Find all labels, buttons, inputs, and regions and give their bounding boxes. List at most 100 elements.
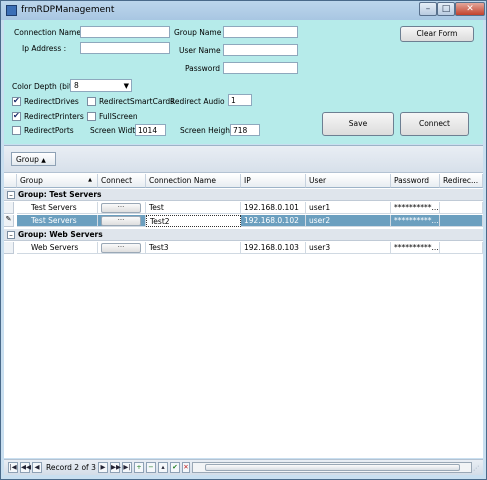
color-depth-label: Color Depth (bit) — [12, 82, 75, 91]
ip-address-label: Ip Address : — [22, 44, 67, 53]
edit-record-icon[interactable]: ▴ — [158, 462, 168, 473]
cell-user[interactable]: user3 — [306, 242, 391, 254]
full-screen-checkbox[interactable]: FullScreen — [87, 112, 138, 121]
cell-connection-name[interactable]: Test — [146, 202, 241, 214]
table-row[interactable]: Web Servers ··· Test3 192.168.0.103 user… — [4, 242, 483, 254]
group-chip-label: Group — [16, 155, 39, 164]
collapse-icon[interactable]: – — [7, 231, 15, 239]
password-input[interactable] — [223, 62, 298, 74]
maximize-button[interactable]: □ — [437, 2, 455, 16]
connections-grid: Group ▲ Group ▲ Connect Connection Name … — [4, 145, 483, 458]
row-header[interactable] — [4, 202, 14, 214]
group-panel: Group ▲ — [4, 146, 483, 173]
cell-connect[interactable]: ··· — [98, 202, 146, 214]
resize-grip-icon[interactable]: ⋰ — [473, 465, 481, 473]
row-header[interactable] — [4, 242, 14, 254]
record-position-text: Record 2 of 3 — [46, 463, 96, 472]
redirect-audio-label: Redirect Audio — [170, 97, 225, 106]
collapse-icon[interactable]: – — [7, 191, 15, 199]
first-record-icon[interactable]: |◀ — [8, 462, 18, 473]
group-name-input[interactable] — [223, 26, 298, 38]
redirect-audio-input[interactable]: 1 — [228, 94, 252, 106]
connection-name-label: Connection Name : — [14, 28, 86, 37]
redirect-ports-checkbox[interactable]: RedirectPorts — [12, 126, 74, 135]
cell-password[interactable]: **********... — [391, 202, 440, 214]
redirect-printers-label: RedirectPrinters — [24, 112, 84, 121]
cell-ip[interactable]: 192.168.0.101 — [241, 202, 306, 214]
cell-ip[interactable]: 192.168.0.102 — [241, 215, 306, 227]
group-row-web-servers[interactable]: – Group: Web Servers — [4, 229, 483, 241]
connection-name-input[interactable] — [80, 26, 170, 38]
column-header-connect[interactable]: Connect — [98, 174, 146, 188]
screen-width-input[interactable]: 1014 — [135, 124, 166, 136]
last-record-icon[interactable]: ▶| — [122, 462, 132, 473]
cell-redirect[interactable] — [440, 215, 483, 227]
table-row[interactable]: Test Servers ··· Test 192.168.0.101 user… — [4, 202, 483, 214]
next-page-icon[interactable]: ▶▶ — [110, 462, 121, 473]
column-header-connection-name[interactable]: Connection Name — [146, 174, 241, 188]
app-icon — [6, 5, 17, 16]
previous-page-icon[interactable]: ◀◀ — [20, 462, 31, 473]
full-screen-label: FullScreen — [99, 112, 138, 121]
column-header-password[interactable]: Password — [391, 174, 440, 188]
color-depth-select[interactable]: 8 ▼ — [70, 79, 132, 92]
save-button[interactable]: Save — [322, 112, 394, 136]
delete-record-icon[interactable]: − — [146, 462, 156, 473]
connection-form-panel: Connection Name : Ip Address : Group Nam… — [4, 20, 483, 144]
row-connect-button[interactable]: ··· — [101, 216, 141, 226]
cell-connect[interactable]: ··· — [98, 215, 146, 227]
group-row-test-servers[interactable]: – Group: Test Servers — [4, 189, 483, 201]
column-header-ip[interactable]: IP — [241, 174, 306, 188]
screen-height-label: Screen Height — [180, 126, 233, 135]
column-header-group[interactable]: Group ▲ — [17, 174, 98, 188]
cell-ip[interactable]: 192.168.0.103 — [241, 242, 306, 254]
user-name-input[interactable] — [223, 44, 298, 56]
minimize-button[interactable]: – — [419, 2, 437, 16]
connect-button[interactable]: Connect — [400, 112, 469, 136]
row-connect-button[interactable]: ··· — [101, 243, 141, 253]
cell-user[interactable]: user2 — [306, 215, 391, 227]
redirect-printers-checkbox[interactable]: RedirectPrinters — [12, 111, 84, 121]
redirect-ports-box — [12, 126, 21, 135]
cell-connect[interactable]: ··· — [98, 242, 146, 254]
screen-height-input[interactable]: 718 — [230, 124, 260, 136]
previous-record-icon[interactable]: ◀ — [32, 462, 42, 473]
cell-group[interactable]: Test Servers — [17, 215, 98, 227]
cancel-edit-icon[interactable]: ✕ — [182, 462, 190, 473]
row-connect-button[interactable]: ··· — [101, 203, 141, 213]
sort-asc-icon: ▲ — [41, 157, 46, 164]
column-header-user[interactable]: User — [306, 174, 391, 188]
redirect-smartcards-checkbox[interactable]: RedirectSmartCards — [87, 97, 174, 106]
cell-password[interactable]: **********... — [391, 242, 440, 254]
cell-password[interactable]: **********... — [391, 215, 440, 227]
clear-form-button[interactable]: Clear Form — [400, 26, 474, 42]
row-header-corner — [4, 174, 17, 188]
next-record-icon[interactable]: ▶ — [98, 462, 108, 473]
record-navigator: |◀ ◀◀ ◀ Record 2 of 3 ▶ ▶▶ ▶| + − ▴ ✔ ✕ … — [4, 459, 483, 475]
horizontal-scrollbar[interactable] — [192, 462, 472, 473]
cell-user[interactable]: user1 — [306, 202, 391, 214]
cell-group[interactable]: Web Servers — [17, 242, 98, 254]
color-depth-value: 8 — [74, 81, 79, 90]
column-header-label: Group — [20, 176, 43, 185]
screen-width-label: Screen Width — [90, 126, 140, 135]
redirect-drives-label: RedirectDrives — [24, 97, 79, 106]
column-header-redirect[interactable]: Redirec... — [440, 174, 483, 188]
add-record-icon[interactable]: + — [134, 462, 144, 473]
redirect-drives-checkbox[interactable]: RedirectDrives — [12, 96, 79, 106]
sort-arrow-icon: ▲ — [88, 177, 92, 183]
group-by-chip[interactable]: Group ▲ — [11, 152, 56, 166]
cell-connection-name-editing[interactable]: Test2 — [146, 215, 241, 227]
scrollbar-thumb[interactable] — [205, 464, 460, 471]
ip-address-input[interactable] — [80, 42, 170, 54]
post-edit-icon[interactable]: ✔ — [170, 462, 180, 473]
row-header-editing[interactable]: ✎ — [4, 215, 14, 227]
table-row-selected[interactable]: ✎ Test Servers ··· Test2 192.168.0.102 u… — [4, 215, 483, 227]
cell-connection-name[interactable]: Test3 — [146, 242, 241, 254]
cell-redirect[interactable] — [440, 242, 483, 254]
close-button[interactable]: ✕ — [455, 2, 485, 16]
title-bar[interactable]: frmRDPManagement – □ ✕ — [1, 1, 486, 20]
cell-group[interactable]: Test Servers — [17, 202, 98, 214]
cell-redirect[interactable] — [440, 202, 483, 214]
group-title: Group: Test Servers — [18, 190, 102, 199]
